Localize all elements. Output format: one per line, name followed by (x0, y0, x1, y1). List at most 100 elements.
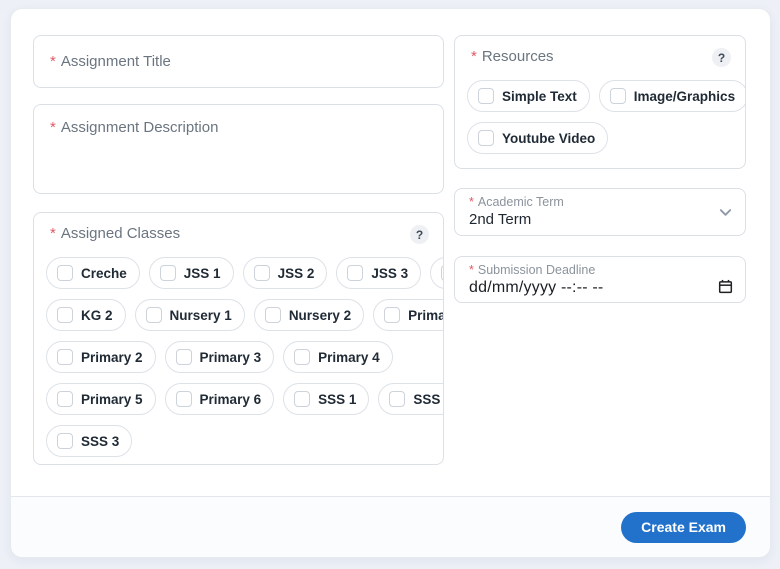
class-option-chip[interactable]: Creche (46, 257, 140, 289)
chip-label: Simple Text (502, 89, 577, 104)
required-asterisk: * (50, 119, 56, 136)
chip-label: Primary 6 (200, 392, 262, 407)
resources-label: * Resources (471, 48, 554, 65)
assigned-classes-label: * Assigned Classes (50, 225, 180, 242)
checkbox-icon[interactable] (384, 307, 400, 323)
chip-row: Simple Text Image/Graphics (467, 80, 733, 112)
checkbox-icon[interactable] (176, 349, 192, 365)
assigned-classes-group: * Assigned Classes ? Creche JSS 1 (33, 212, 444, 465)
chip-label: Nursery 2 (289, 308, 351, 323)
help-icon[interactable]: ? (410, 225, 429, 244)
chevron-down-icon (718, 205, 733, 220)
class-option-chip[interactable]: SSS 2 (378, 383, 444, 415)
class-option-chip[interactable]: SSS 1 (283, 383, 369, 415)
chip-label: Nursery 1 (170, 308, 232, 323)
class-option-chip[interactable]: Primary 5 (46, 383, 156, 415)
checkbox-icon[interactable] (610, 88, 626, 104)
submission-deadline-label: * Submission Deadline (469, 263, 705, 277)
checkbox-icon[interactable] (57, 265, 73, 281)
submission-deadline-value: dd/mm/yyyy --:-- -- (469, 279, 705, 297)
checkbox-icon[interactable] (57, 391, 73, 407)
chip-row: Creche JSS 1 JSS 2 JSS 3 KG 1 (46, 257, 431, 289)
chip-label: SSS 1 (318, 392, 356, 407)
chip-row: KG 2 Nursery 1 Nursery 2 Primary 1 (46, 299, 431, 331)
chip-label: JSS 2 (278, 266, 315, 281)
chip-row: Primary 5 Primary 6 SSS 1 SSS 2 (46, 383, 431, 415)
chip-label: JSS 1 (184, 266, 221, 281)
academic-term-value: 2nd Term (469, 211, 705, 228)
resources-group: * Resources ? Simple Text Image/Graphics (454, 35, 746, 169)
chip-label: SSS 2 (413, 392, 444, 407)
chip-label: Creche (81, 266, 127, 281)
class-option-chip[interactable]: Nursery 1 (135, 299, 245, 331)
card-body: * Assignment Title * Assignment Descript… (11, 9, 770, 496)
assignment-description-placeholder: Assignment Description (61, 119, 219, 136)
class-option-chip[interactable]: JSS 2 (243, 257, 328, 289)
submission-deadline-input[interactable]: * Submission Deadline dd/mm/yyyy --:-- -… (454, 256, 746, 303)
checkbox-icon[interactable] (176, 391, 192, 407)
right-column: * Resources ? Simple Text Image/Graphics (454, 35, 746, 496)
class-option-chip[interactable]: JSS 3 (336, 257, 421, 289)
chip-row: SSS 3 (46, 425, 431, 457)
assigned-classes-header: * Assigned Classes ? (46, 224, 431, 244)
chip-label: Primary 1 (408, 308, 444, 323)
help-icon[interactable]: ? (712, 48, 731, 67)
chip-label: KG 2 (81, 308, 113, 323)
chip-label: Primary 2 (81, 350, 143, 365)
resource-option-chip[interactable]: Simple Text (467, 80, 590, 112)
chip-label: SSS 3 (81, 434, 119, 449)
checkbox-icon[interactable] (146, 307, 162, 323)
class-option-chip[interactable]: Primary 4 (283, 341, 393, 373)
checkbox-icon[interactable] (347, 265, 363, 281)
academic-term-select[interactable]: * Academic Term 2nd Term (454, 188, 746, 236)
calendar-icon[interactable] (718, 279, 733, 294)
required-asterisk: * (469, 263, 474, 277)
checkbox-icon[interactable] (57, 349, 73, 365)
academic-term-label: * Academic Term (469, 195, 705, 209)
resources-chips: Simple Text Image/Graphics Youtube Video (467, 80, 733, 154)
checkbox-icon[interactable] (160, 265, 176, 281)
class-option-chip[interactable]: Primary 6 (165, 383, 275, 415)
class-option-chip[interactable]: Nursery 2 (254, 299, 364, 331)
left-column: * Assignment Title * Assignment Descript… (33, 35, 444, 496)
required-asterisk: * (50, 53, 56, 70)
card-footer: Create Exam (11, 496, 770, 557)
checkbox-icon[interactable] (57, 433, 73, 449)
chip-label: Primary 3 (200, 350, 262, 365)
checkbox-icon[interactable] (265, 307, 281, 323)
checkbox-icon[interactable] (478, 88, 494, 104)
class-option-chip[interactable]: Primary 1 (373, 299, 444, 331)
class-option-chip[interactable]: KG 1 (430, 257, 444, 289)
required-asterisk: * (50, 225, 56, 242)
class-option-chip[interactable]: Primary 3 (165, 341, 275, 373)
assignment-title-placeholder: Assignment Title (61, 53, 171, 70)
resources-header: * Resources ? (467, 47, 733, 67)
chip-label: Youtube Video (502, 131, 595, 146)
assignment-description-input[interactable]: * Assignment Description (33, 104, 444, 194)
class-option-chip[interactable]: Primary 2 (46, 341, 156, 373)
checkbox-icon[interactable] (294, 349, 310, 365)
checkbox-icon[interactable] (441, 265, 444, 281)
chip-label: Primary 5 (81, 392, 143, 407)
checkbox-icon[interactable] (57, 307, 73, 323)
chip-row: Youtube Video (467, 122, 733, 154)
chip-label: JSS 3 (371, 266, 408, 281)
create-assignment-card: * Assignment Title * Assignment Descript… (10, 8, 771, 558)
checkbox-icon[interactable] (389, 391, 405, 407)
chip-label: Primary 4 (318, 350, 380, 365)
assignment-title-input[interactable]: * Assignment Title (33, 35, 444, 88)
required-asterisk: * (469, 195, 474, 209)
create-exam-button[interactable]: Create Exam (621, 512, 746, 543)
class-option-chip[interactable]: JSS 1 (149, 257, 234, 289)
checkbox-icon[interactable] (294, 391, 310, 407)
required-asterisk: * (471, 48, 477, 65)
checkbox-icon[interactable] (254, 265, 270, 281)
checkbox-icon[interactable] (478, 130, 494, 146)
class-option-chip[interactable]: SSS 3 (46, 425, 132, 457)
class-option-chip[interactable]: KG 2 (46, 299, 126, 331)
assigned-classes-chips: Creche JSS 1 JSS 2 JSS 3 KG 1 (46, 257, 431, 457)
resource-option-chip[interactable]: Youtube Video (467, 122, 608, 154)
chip-row: Primary 2 Primary 3 Primary 4 (46, 341, 431, 373)
chip-label: Image/Graphics (634, 89, 735, 104)
resource-option-chip[interactable]: Image/Graphics (599, 80, 746, 112)
